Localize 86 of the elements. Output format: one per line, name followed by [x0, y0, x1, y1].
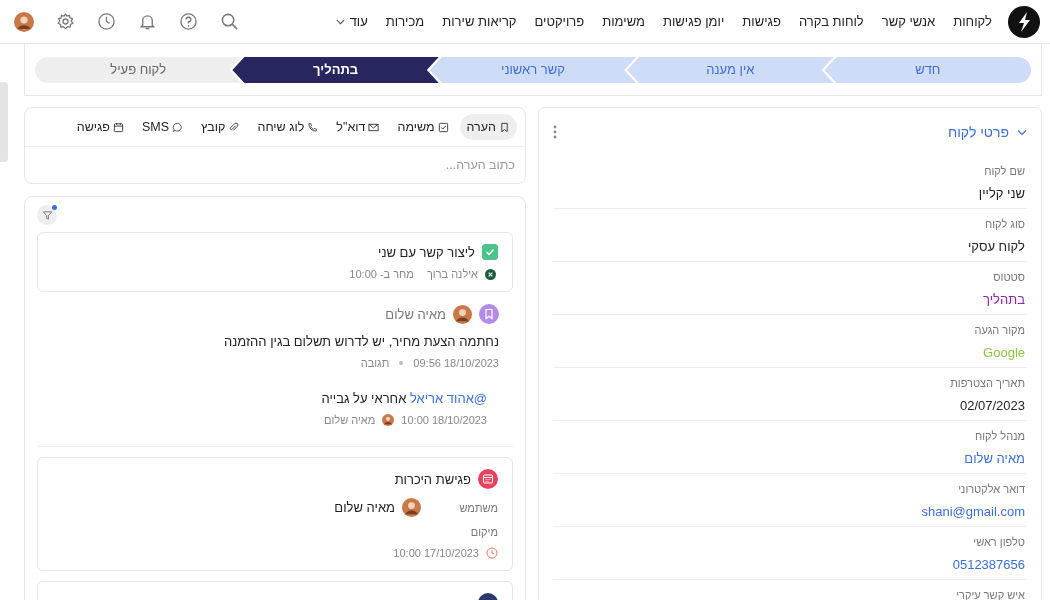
- author-avatar: [453, 304, 472, 324]
- checkmark-icon: [484, 246, 496, 258]
- composer-tab[interactable]: משימה: [390, 114, 456, 140]
- settings-icon[interactable]: [56, 12, 75, 31]
- reply-time: 18/10/2023 10:00: [401, 414, 487, 426]
- field-label: תאריך הצטרפות: [950, 377, 1025, 389]
- field-link[interactable]: shani@gmail.com: [921, 504, 1025, 519]
- nav-link[interactable]: פרויקטים: [534, 14, 585, 29]
- nav-link[interactable]: אנשי קשר: [881, 14, 936, 29]
- nav-link[interactable]: לקוחות: [953, 14, 992, 29]
- field-label: מקור הגעה: [974, 324, 1025, 336]
- mention-link[interactable]: @אהוד אריאל: [409, 391, 487, 406]
- pipeline-stage[interactable]: לקוח פעיל: [34, 57, 242, 83]
- indicator-dot: [52, 205, 57, 210]
- task-checkbox[interactable]: [482, 244, 498, 260]
- field-value: 02/07/2023: [959, 398, 1025, 413]
- reply-link[interactable]: תגובה: [360, 357, 390, 369]
- field-label: טלפון ראשי: [973, 536, 1025, 548]
- note-input[interactable]: כתוב הערה...: [25, 147, 525, 183]
- help-icon[interactable]: [179, 12, 198, 31]
- search-icon[interactable]: [220, 12, 239, 31]
- field-label: שם לקוח: [984, 165, 1025, 177]
- clock-icon: [486, 547, 498, 559]
- meeting-time: 17/10/2023 10:00: [393, 547, 479, 559]
- field-label: סטטוס: [993, 271, 1025, 283]
- field-label: דואר אלקטרוני: [958, 483, 1025, 495]
- nav-link[interactable]: משימות: [602, 14, 645, 29]
- user-name: מאיה שלום: [334, 500, 395, 515]
- notifications-icon[interactable]: [138, 12, 157, 31]
- nav-link[interactable]: לוחות בקרה: [798, 14, 864, 29]
- field-link[interactable]: מאיה שלום: [964, 451, 1025, 466]
- task-title: ליצור קשר עם שני: [378, 244, 475, 260]
- due-time: מחר ב- 10:00: [349, 268, 414, 280]
- field-label: מנהל לקוח: [975, 430, 1025, 442]
- note-icon: [479, 304, 499, 324]
- filter-icon: [41, 209, 53, 221]
- field-label: סוג לקוח: [984, 218, 1025, 230]
- user-avatar[interactable]: [14, 11, 34, 32]
- meeting-title: פגישת היכרות: [394, 471, 471, 487]
- filter-button[interactable]: [37, 205, 57, 225]
- assignee-avatar: [485, 268, 496, 280]
- pipeline-stage[interactable]: בתהליך: [232, 57, 439, 83]
- history-icon[interactable]: [97, 12, 116, 31]
- field-label: משתמש: [458, 501, 498, 514]
- field-value: לקוח עסקי: [967, 239, 1025, 254]
- scrollbar[interactable]: [0, 82, 8, 162]
- composer-tab[interactable]: SMS: [134, 114, 191, 140]
- details-toggle[interactable]: פרטי לקוח: [947, 124, 1027, 140]
- reply-text: @אהוד אריאל אחראי על גבייה: [320, 391, 487, 406]
- user-avatar: [402, 498, 421, 517]
- phone-icon: [307, 121, 319, 133]
- composer-tab[interactable]: הערה: [459, 114, 517, 140]
- composer-tab[interactable]: פגישה: [69, 114, 131, 140]
- field-value: שני קליין: [978, 186, 1025, 201]
- field-value: Google: [983, 345, 1025, 360]
- more-options-icon[interactable]: [553, 125, 557, 139]
- checkbox-icon: [437, 121, 449, 133]
- bookmark-icon: [499, 121, 510, 133]
- author-avatar: [382, 414, 395, 426]
- chat-bubble-icon: [172, 121, 184, 133]
- field-value: בתהליך: [983, 292, 1025, 307]
- bullet-dot: [399, 361, 404, 365]
- chevron-icon: [1017, 128, 1027, 136]
- caret-icon: [335, 18, 345, 25]
- more-menu[interactable]: עוד: [335, 14, 368, 29]
- logo-icon[interactable]: [1008, 5, 1040, 38]
- calendar-icon: [478, 469, 498, 489]
- author-name: מאיה שלום: [324, 414, 376, 426]
- note-text: נחתמה הצעת מחיר, יש לדרוש תשלום בגין ההזמנה: [222, 334, 499, 349]
- nav-link[interactable]: קריאות שירות: [442, 14, 517, 29]
- author-name: מאיה שלום: [385, 306, 446, 322]
- calendar-icon: [112, 121, 124, 133]
- composer-tab[interactable]: קובץ: [194, 114, 247, 140]
- pipeline-stage[interactable]: אין מענה: [627, 57, 834, 83]
- nav-link[interactable]: פגישות: [742, 14, 781, 29]
- composer-tab[interactable]: דוא"ל: [329, 114, 387, 140]
- assignee-name: אילנה ברוך: [426, 268, 478, 280]
- nav-link[interactable]: יומן פגישות: [662, 14, 725, 29]
- field-link[interactable]: 0512387656: [952, 557, 1025, 572]
- field-label: מיקום: [469, 526, 498, 538]
- pipeline-stage[interactable]: קשר ראשוני: [429, 57, 637, 83]
- composer-tab[interactable]: לוג שיחה: [250, 114, 326, 140]
- envelope-icon: [368, 121, 380, 133]
- paperclip-icon: [228, 121, 240, 133]
- note-time: 18/10/2023 09:56: [413, 357, 499, 369]
- nav-link[interactable]: מכירות: [385, 14, 425, 29]
